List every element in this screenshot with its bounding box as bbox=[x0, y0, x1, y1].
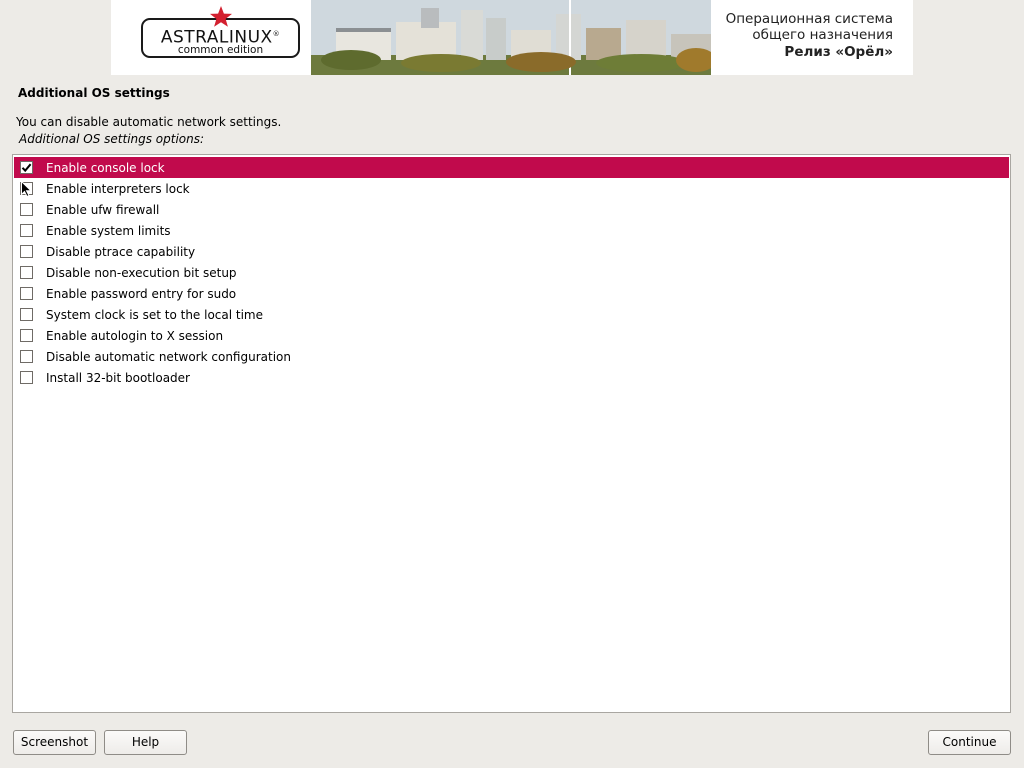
option-row[interactable]: Enable autologin to X session bbox=[14, 325, 1009, 346]
option-label: Enable password entry for sudo bbox=[46, 286, 237, 301]
option-label: Enable console lock bbox=[46, 160, 165, 175]
red-star-icon bbox=[210, 6, 232, 27]
logo-subtitle: common edition bbox=[177, 44, 264, 56]
help-button[interactable]: Help bbox=[104, 730, 187, 755]
option-checkbox[interactable] bbox=[20, 245, 33, 258]
continue-button[interactable]: Continue bbox=[928, 730, 1011, 755]
banner-release: Релиз «Орёл» bbox=[784, 44, 893, 60]
option-checkbox[interactable] bbox=[20, 224, 33, 237]
option-label: Disable ptrace capability bbox=[46, 244, 196, 259]
option-checkbox[interactable] bbox=[20, 203, 33, 216]
mouse-pointer-icon bbox=[21, 181, 32, 197]
option-checkbox[interactable] bbox=[20, 350, 33, 363]
city-panorama bbox=[311, 0, 711, 75]
option-label: Disable automatic network configuration bbox=[46, 349, 291, 364]
header-banner: ASTRALINUX® common edition Операционная … bbox=[111, 0, 913, 75]
option-checkbox[interactable] bbox=[20, 161, 33, 174]
option-checkbox[interactable] bbox=[20, 266, 33, 279]
option-row[interactable]: Install 32-bit bootloader bbox=[14, 367, 1009, 388]
option-checkbox[interactable] bbox=[20, 287, 33, 300]
option-row[interactable]: Enable password entry for sudo bbox=[14, 283, 1009, 304]
option-row[interactable]: Enable interpreters lock bbox=[14, 178, 1009, 199]
banner-line-1: Операционная система bbox=[725, 11, 893, 27]
option-label: Enable autologin to X session bbox=[46, 328, 224, 343]
option-label: Enable interpreters lock bbox=[46, 181, 190, 196]
option-checkbox[interactable] bbox=[20, 329, 33, 342]
checkmark-icon bbox=[21, 163, 32, 173]
options-label: Additional OS settings options: bbox=[19, 132, 205, 146]
option-label: System clock is set to the local time bbox=[46, 307, 264, 322]
option-row[interactable]: System clock is set to the local time bbox=[14, 304, 1009, 325]
option-label: Enable ufw firewall bbox=[46, 202, 160, 217]
banner-line-2: общего назначения bbox=[752, 27, 893, 43]
option-row[interactable]: Enable console lock bbox=[14, 157, 1009, 178]
option-checkbox[interactable] bbox=[20, 371, 33, 384]
logo-registered-mark: ® bbox=[272, 30, 281, 38]
option-label: Enable system limits bbox=[46, 223, 171, 238]
option-row[interactable]: Disable non-execution bit setup bbox=[14, 262, 1009, 283]
option-row[interactable]: Disable ptrace capability bbox=[14, 241, 1009, 262]
option-row[interactable]: Enable ufw firewall bbox=[14, 199, 1009, 220]
page-title: Additional OS settings bbox=[18, 86, 170, 100]
screenshot-button[interactable]: Screenshot bbox=[13, 730, 96, 755]
option-checkbox[interactable] bbox=[20, 308, 33, 321]
option-row[interactable]: Enable system limits bbox=[14, 220, 1009, 241]
option-row[interactable]: Disable automatic network configuration bbox=[14, 346, 1009, 367]
options-list[interactable]: Enable console lock Enable interpreters l… bbox=[12, 154, 1011, 713]
city-skyline-image bbox=[311, 0, 711, 75]
banner-caption: Операционная система общего назначения Р… bbox=[726, 11, 893, 60]
astra-logo: ASTRALINUX® common edition bbox=[111, 0, 311, 75]
option-label: Disable non-execution bit setup bbox=[46, 265, 237, 280]
option-label: Install 32-bit bootloader bbox=[46, 370, 190, 385]
page-description: You can disable automatic network settin… bbox=[16, 115, 282, 129]
